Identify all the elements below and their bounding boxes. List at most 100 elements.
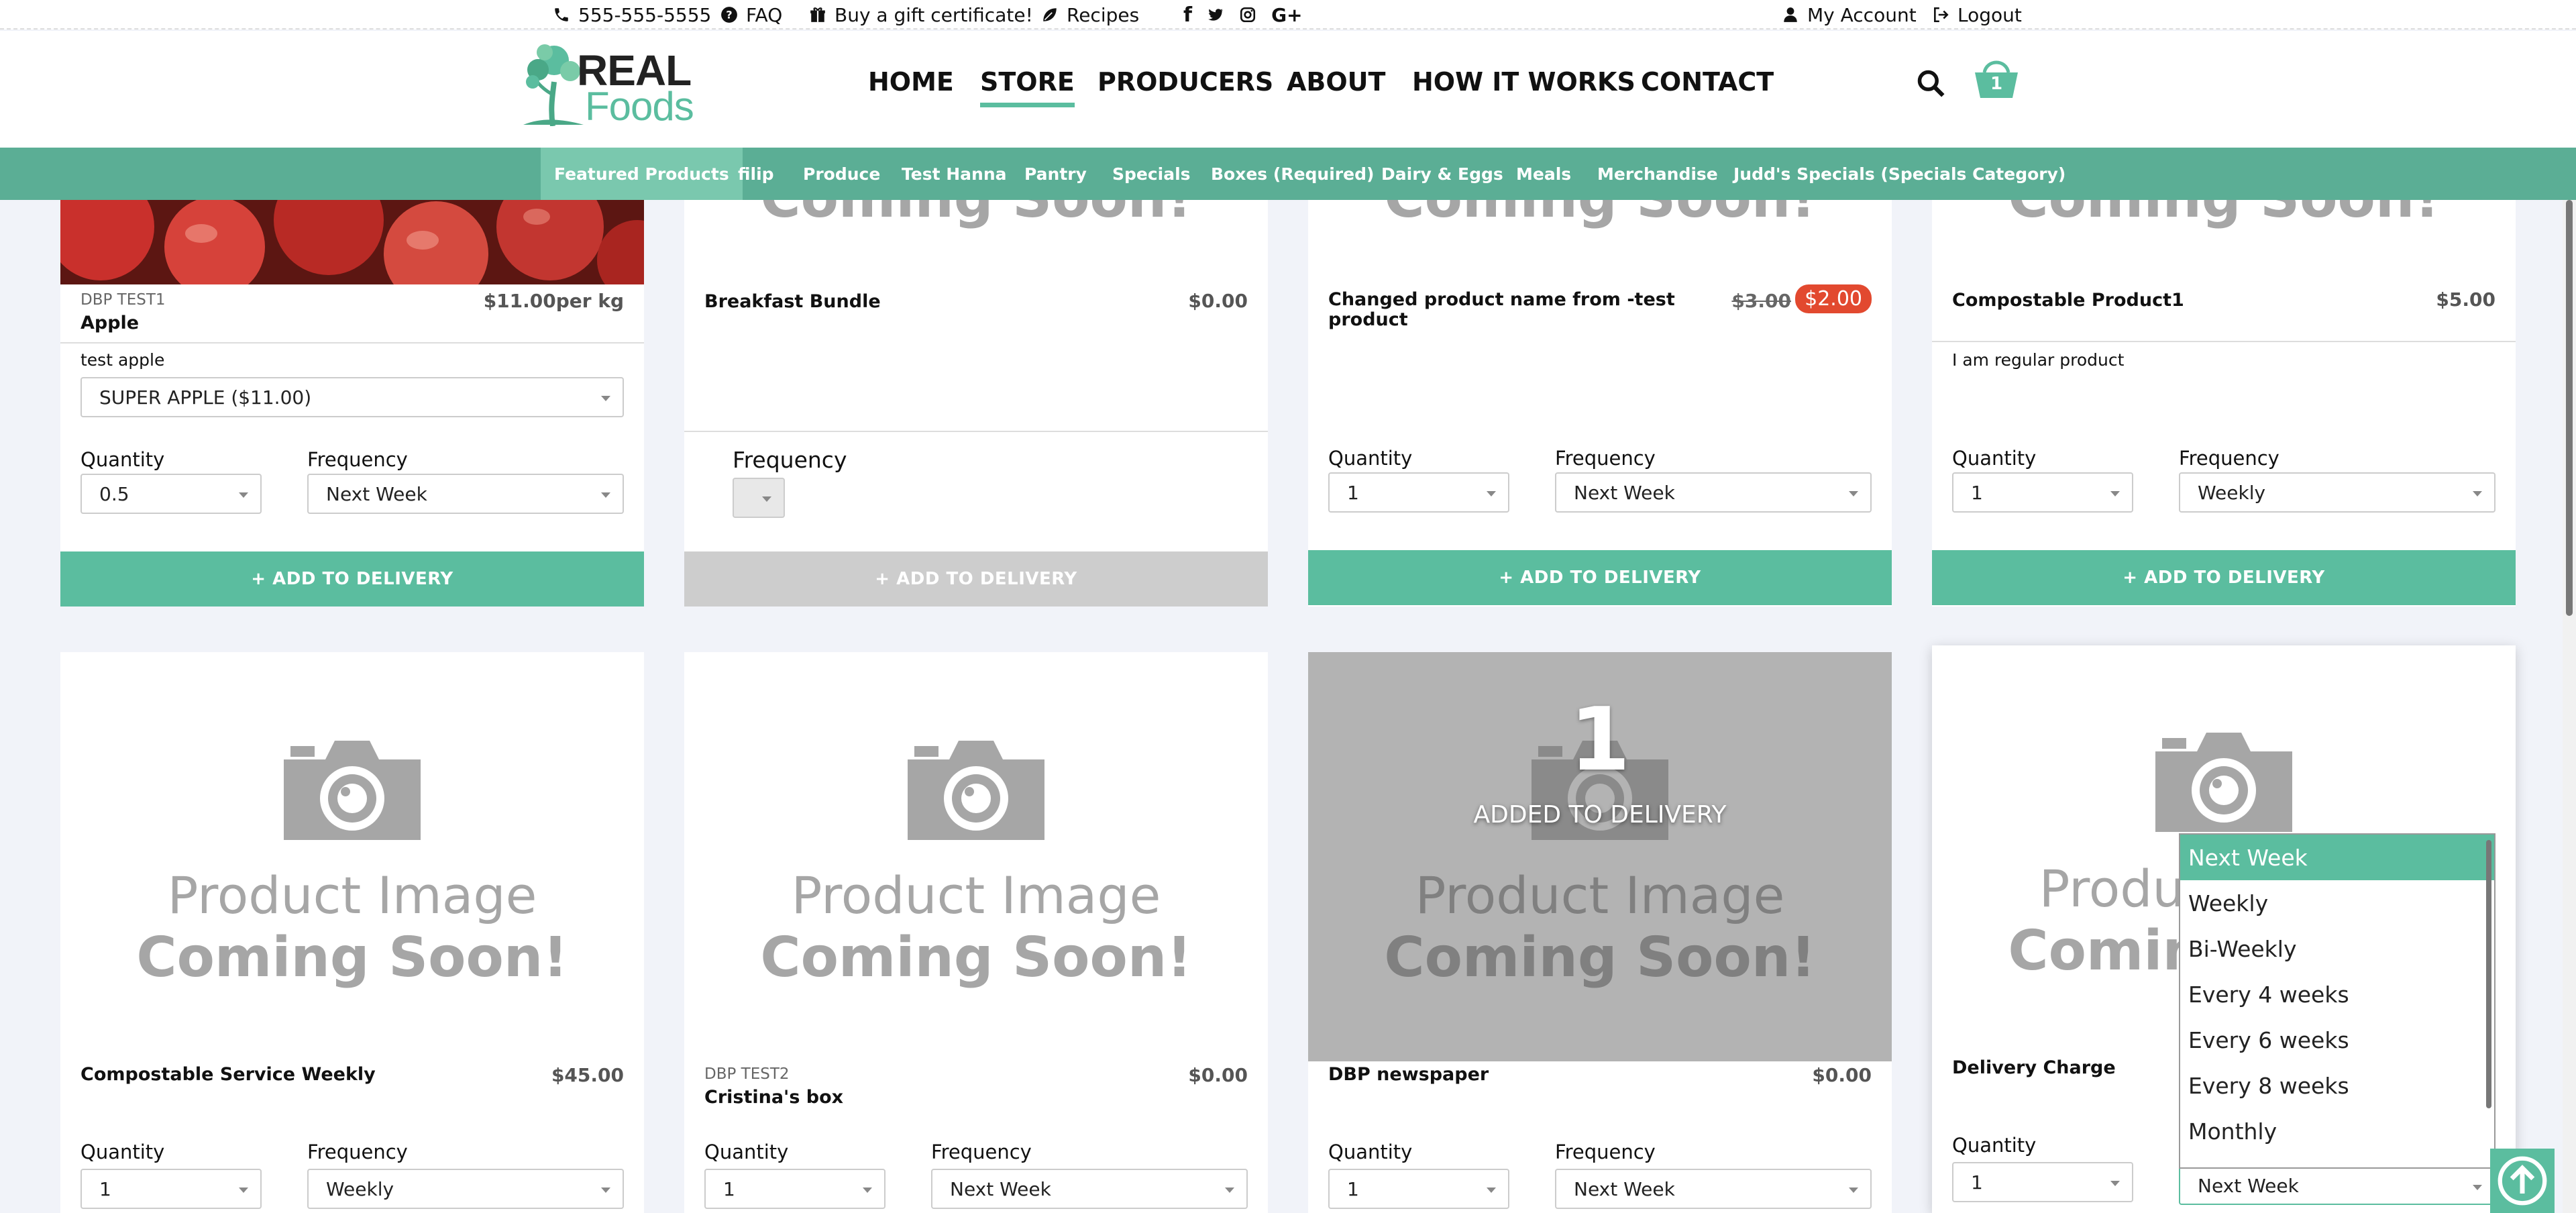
add-to-delivery-label: ADD TO DELIVERY	[272, 569, 453, 589]
product-description: I am regular product	[1952, 350, 2125, 370]
quantity-select[interactable]: 1	[1952, 472, 2133, 513]
frequency-select-open[interactable]: Next Week	[2179, 1166, 2496, 1205]
frequency-select[interactable]: Weekly	[2179, 472, 2496, 513]
category-judds-specials[interactable]: Judd's Specials (Specials Category)	[1733, 148, 2065, 200]
plus-icon: +	[1499, 568, 1521, 588]
placeholder-product-image: Product Image	[167, 865, 537, 925]
phone-link[interactable]: 555-555-5555	[553, 0, 711, 30]
placeholder-coming-soon: Coming Soon!	[684, 200, 1268, 230]
product-card-cristinas-box: Product Image Coming Soon! DBP TEST2 Cri…	[684, 652, 1268, 1213]
product-image-placeholder: Product Image Coming Soon!	[684, 652, 1268, 1061]
quantity-select[interactable]: 1	[1952, 1162, 2133, 1202]
option-next-week[interactable]: Next Week	[2180, 835, 2494, 880]
cart-button[interactable]: 1	[1974, 58, 2019, 101]
google-plus-icon[interactable]: G+	[1271, 4, 1302, 26]
placeholder-coming-soon: Coming Soon!	[1932, 200, 2516, 230]
frequency-select-disabled[interactable]	[733, 478, 785, 518]
category-specials[interactable]: Specials	[1112, 148, 1191, 200]
nav-contact[interactable]: CONTACT	[1641, 67, 1774, 97]
option-bi-weekly[interactable]: Bi-Weekly	[2180, 926, 2494, 971]
category-produce[interactable]: Produce	[803, 148, 880, 200]
variant-select[interactable]: SUPER APPLE ($11.00)	[80, 377, 624, 417]
quantity-value: 1	[1971, 481, 1983, 504]
twitter-icon[interactable]	[1207, 6, 1224, 23]
placeholder-coming-soon: Coming Soon!	[1384, 926, 1816, 990]
faq-link[interactable]: ? FAQ	[720, 0, 782, 30]
gift-text: Buy a gift certificate!	[835, 3, 1033, 26]
product-name[interactable]: Compostable Product1	[1952, 290, 2184, 311]
frequency-label: Frequency	[1555, 1141, 1656, 1163]
page-scrollbar-track[interactable]	[2563, 200, 2576, 1213]
recipes-text: Recipes	[1067, 3, 1140, 26]
facebook-icon[interactable]: f	[1183, 3, 1192, 27]
category-dairy-eggs[interactable]: Dairy & Eggs	[1381, 148, 1503, 200]
gift-certificate-link[interactable]: Buy a gift certificate!	[809, 0, 1033, 30]
option-monthly[interactable]: Monthly	[2180, 1108, 2494, 1154]
add-to-delivery-button-disabled[interactable]: + ADD TO DELIVERY	[684, 551, 1268, 606]
frequency-label: Frequency	[307, 448, 408, 471]
quantity-select[interactable]: 1	[1328, 472, 1509, 513]
search-icon[interactable]	[1916, 68, 1945, 98]
category-meals[interactable]: Meals	[1516, 148, 1571, 200]
page-scrollbar-thumb[interactable]	[2566, 200, 2573, 616]
add-to-delivery-button[interactable]: + ADD TO DELIVERY	[1308, 550, 1892, 605]
quantity-label: Quantity	[1952, 1134, 2037, 1157]
frequency-select[interactable]: Next Week	[1555, 472, 1872, 513]
nav-about[interactable]: ABOUT	[1287, 67, 1385, 97]
add-to-delivery-button[interactable]: + ADD TO DELIVERY	[60, 551, 644, 606]
plus-icon: +	[875, 569, 897, 589]
product-name[interactable]: Cristina's box	[704, 1087, 843, 1108]
option-every-8-weeks[interactable]: Every 8 weeks	[2180, 1063, 2494, 1108]
my-account-link[interactable]: My Account	[1782, 0, 1917, 30]
option-every-4-weeks[interactable]: Every 4 weeks	[2180, 971, 2494, 1017]
product-name[interactable]: Delivery Charge	[1952, 1057, 2116, 1078]
nav-producers[interactable]: PRODUCERS	[1097, 67, 1273, 97]
product-name[interactable]: Compostable Service Weekly	[80, 1064, 376, 1085]
placeholder-coming-soon: Coming Soon!	[760, 926, 1192, 990]
product-name[interactable]: Breakfast Bundle	[704, 291, 881, 312]
product-name[interactable]: Changed product name from -test product	[1328, 290, 1677, 330]
category-pantry[interactable]: Pantry	[1024, 148, 1087, 200]
frequency-select[interactable]: Next Week	[931, 1169, 1248, 1209]
option-every-6-weeks[interactable]: Every 6 weeks	[2180, 1017, 2494, 1063]
site-logo[interactable]: REAL Foods	[523, 40, 698, 129]
user-icon	[1784, 7, 1797, 22]
recipes-link[interactable]: Recipes	[1041, 0, 1139, 30]
placeholder-product-image: Product Image	[791, 865, 1161, 925]
add-to-delivery-button[interactable]: + ADD TO DELIVERY	[1932, 550, 2516, 605]
product-price: $11.00per kg	[483, 290, 624, 312]
category-test-hanna[interactable]: Test Hanna	[902, 148, 1006, 200]
product-image-placeholder: Product Image Coming Soon!	[60, 652, 644, 1061]
add-to-delivery-label: ADD TO DELIVERY	[1520, 568, 1701, 588]
instagram-icon[interactable]	[1239, 6, 1256, 23]
camera-icon	[2155, 733, 2292, 832]
product-card-apple: DBP TEST1 Apple $11.00per kg test apple …	[60, 200, 644, 606]
quantity-label: Quantity	[80, 1141, 165, 1163]
product-name[interactable]: Apple	[80, 313, 139, 333]
nav-how-it-works[interactable]: HOW IT WORKS	[1412, 67, 1635, 97]
category-merchandise[interactable]: Merchandise	[1597, 148, 1718, 200]
quantity-select[interactable]: 0.5	[80, 474, 262, 514]
quantity-value: 1	[99, 1177, 111, 1200]
nav-store[interactable]: STORE	[980, 67, 1075, 107]
logout-link[interactable]: Logout	[1932, 0, 2022, 30]
back-to-top-button[interactable]	[2490, 1149, 2555, 1213]
frequency-select[interactable]: Next Week	[307, 474, 624, 514]
nav-home[interactable]: HOME	[868, 67, 954, 97]
product-name[interactable]: DBP newspaper	[1328, 1064, 1489, 1085]
frequency-select[interactable]: Next Week	[1555, 1169, 1872, 1209]
quantity-select[interactable]: 1	[80, 1169, 262, 1209]
quantity-label: Quantity	[1952, 447, 2037, 470]
dropdown-scrollbar[interactable]	[2486, 840, 2491, 1108]
frequency-value: Weekly	[2198, 481, 2266, 504]
frequency-value: Next Week	[326, 482, 427, 505]
category-boxes[interactable]: Boxes (Required)	[1211, 148, 1374, 200]
quantity-select[interactable]: 1	[1328, 1169, 1509, 1209]
frequency-select[interactable]: Weekly	[307, 1169, 624, 1209]
category-filip[interactable]: filip	[738, 148, 774, 200]
my-account-text: My Account	[1807, 3, 1917, 26]
option-weekly[interactable]: Weekly	[2180, 880, 2494, 926]
category-featured-products[interactable]: Featured Products	[541, 148, 743, 200]
quantity-select[interactable]: 1	[704, 1169, 885, 1209]
placeholder-coming-soon: Coming Soon!	[136, 926, 568, 990]
